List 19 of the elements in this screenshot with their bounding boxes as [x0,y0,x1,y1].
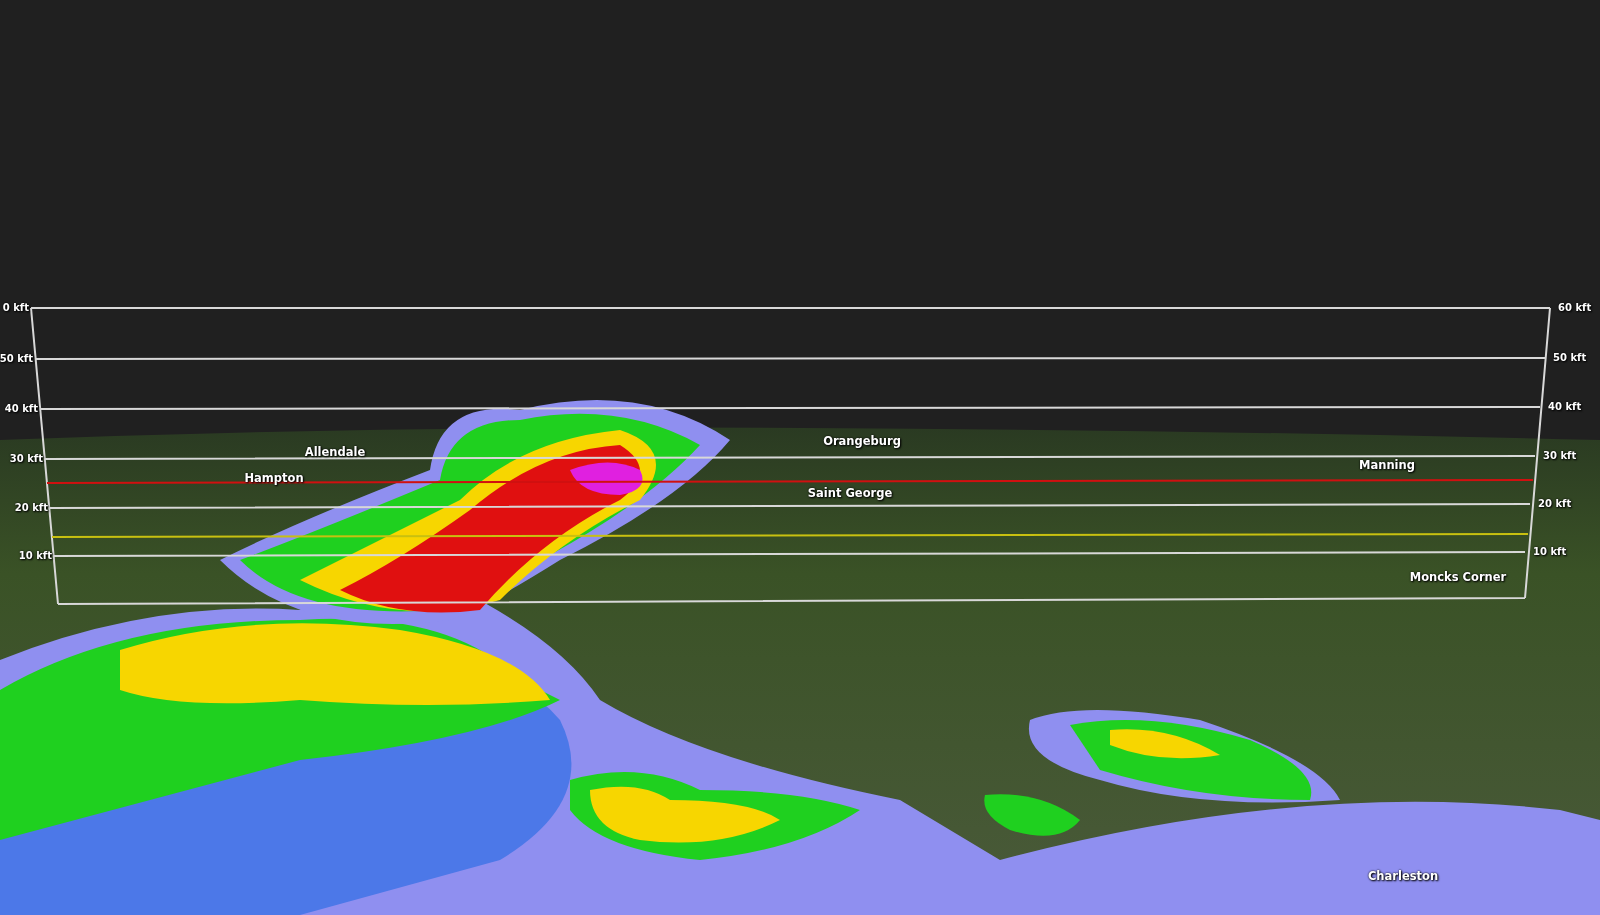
altitude-label: 50 kft [0,352,33,366]
city-label: Hampton [244,470,304,486]
altitude-label: 10 kft [18,549,52,563]
altitude-label: 60 kft [1558,301,1592,315]
altitude-label: 20 kft [14,501,48,515]
city-label: Moncks Corner [1409,569,1507,585]
altitude-label: 30 kft [1543,449,1577,463]
altitude-label: 40 kft [1548,400,1582,414]
altitude-label: 50 kft [1553,351,1587,365]
city-label: Manning [1359,457,1415,473]
city-label: Charleston [1367,868,1439,884]
altitude-label: 0 kft [2,301,29,315]
city-label: Saint George [807,485,893,501]
altitude-label: 40 kft [4,402,38,416]
city-label: Allendale [304,444,366,460]
altitude-label: 30 kft [9,452,43,466]
altitude-label: 10 kft [1533,545,1567,559]
altitude-label: 20 kft [1538,497,1572,511]
city-label: Orangeburg [823,433,901,449]
